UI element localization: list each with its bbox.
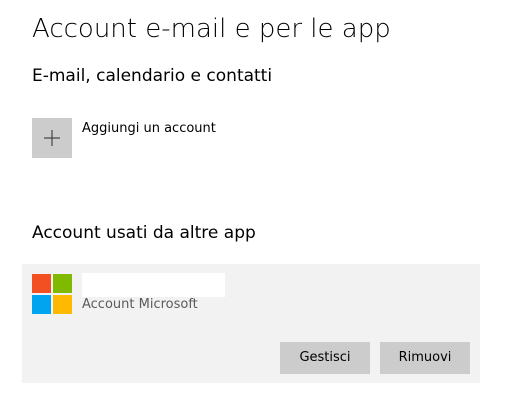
logo-yellow-square (53, 295, 72, 314)
manage-button[interactable]: Gestisci (280, 342, 370, 374)
add-account-button[interactable]: Aggiungi un account (32, 118, 292, 158)
account-type-label: Account Microsoft (82, 297, 198, 312)
email-section-title: E-mail, calendario e contatti (32, 66, 273, 86)
add-account-label: Aggiungi un account (82, 121, 216, 136)
logo-red-square (32, 274, 51, 293)
add-account-tile[interactable] (32, 118, 72, 158)
remove-button[interactable]: Rimuovi (380, 342, 470, 374)
microsoft-account-item[interactable]: Account Microsoft Gestisci Rimuovi (22, 264, 480, 383)
page-title: Account e-mail e per le app (32, 14, 391, 44)
account-email-redacted (82, 273, 225, 297)
logo-green-square (53, 274, 72, 293)
microsoft-logo-icon (32, 274, 72, 314)
logo-blue-square (32, 295, 51, 314)
other-apps-section-title: Account usati da altre app (32, 223, 256, 243)
plus-icon (44, 130, 60, 146)
